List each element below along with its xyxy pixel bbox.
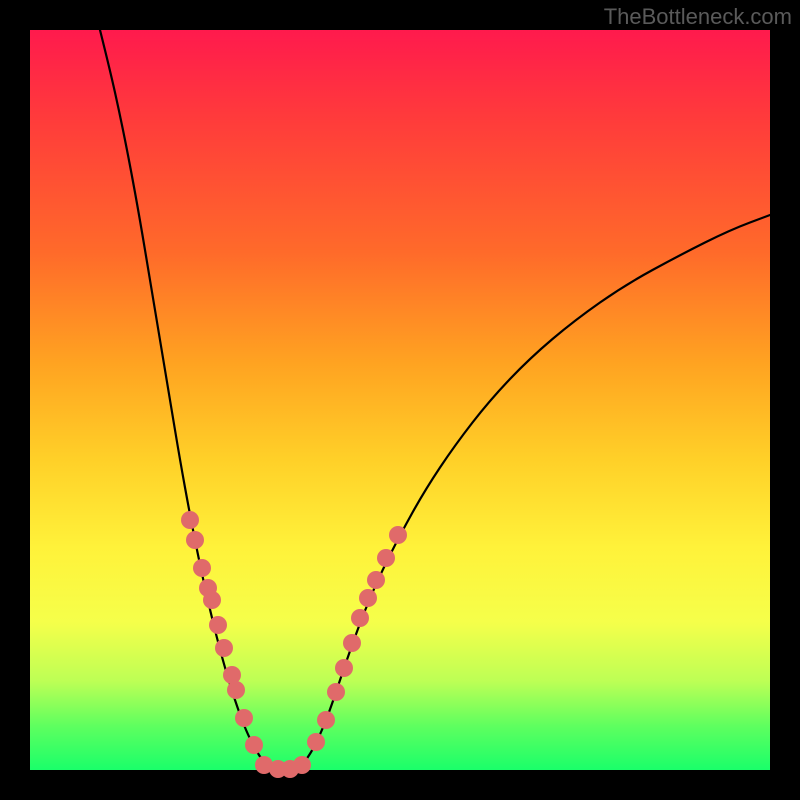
curve-dot [343,634,361,652]
curve-dot [215,639,233,657]
curve-dot [193,559,211,577]
curve-dots [181,511,407,778]
curve-dot [367,571,385,589]
curve-dot [293,756,311,774]
curve-dot [359,589,377,607]
chart-stage: TheBottleneck.com [0,0,800,800]
plot-area [30,30,770,770]
curve-dot [389,526,407,544]
watermark-text: TheBottleneck.com [604,4,792,30]
curve-svg [30,30,770,770]
curve-dot [186,531,204,549]
curve-segment [300,215,770,768]
curve-dot [245,736,263,754]
curve-dot [377,549,395,567]
curve-dot [227,681,245,699]
curve-dot [307,733,325,751]
curve-segment [100,30,270,768]
curve-dot [317,711,335,729]
curve-dot [335,659,353,677]
curve-dot [351,609,369,627]
curve-dot [235,709,253,727]
v-curve [100,30,770,769]
curve-dot [209,616,227,634]
curve-dot [327,683,345,701]
curve-dot [203,591,221,609]
curve-dot [181,511,199,529]
